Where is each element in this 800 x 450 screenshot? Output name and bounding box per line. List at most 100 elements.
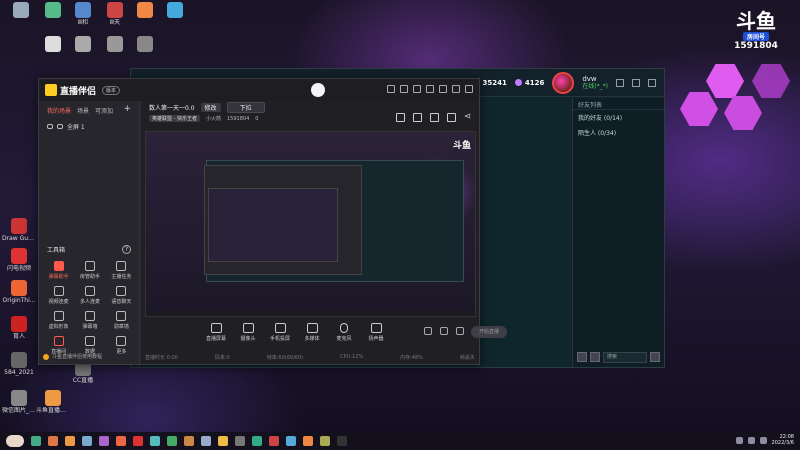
lock-icon[interactable]: [430, 113, 439, 122]
minimize-icon[interactable]: [439, 85, 447, 93]
maximize-icon[interactable]: [632, 78, 640, 87]
menu-icon[interactable]: [426, 85, 434, 93]
screen-capture-button[interactable]: 直播屏幕: [205, 323, 227, 342]
visibility-icon[interactable]: [47, 124, 53, 129]
taskbar-app-icon[interactable]: [31, 436, 41, 446]
volume-icon[interactable]: [747, 436, 755, 444]
maximize-icon[interactable]: [452, 85, 460, 93]
version-badge[interactable]: 版本: [102, 85, 121, 95]
clock[interactable]: 22:08 2022/3/6: [772, 434, 794, 446]
desktop-shortcut[interactable]: [98, 36, 132, 53]
taskbar-app-icon[interactable]: [303, 436, 313, 446]
taskbar-app-icon[interactable]: [337, 436, 347, 446]
friends-group-row[interactable]: 我的好友 (0/14): [573, 110, 664, 125]
taskbar-app-icon[interactable]: [286, 436, 296, 446]
gift-icon[interactable]: [396, 113, 405, 122]
taskbar-app-icon[interactable]: [201, 436, 211, 446]
help-icon[interactable]: ?: [122, 245, 131, 254]
toolbox-item[interactable]: 主播任务: [106, 261, 137, 280]
desktop-shortcut[interactable]: [158, 2, 192, 19]
desktop-shortcut[interactable]: Draw Guess: [2, 218, 36, 242]
tab-scenes[interactable]: 场景: [77, 106, 89, 115]
desktop-shortcut[interactable]: Ⅲ和: [66, 2, 100, 26]
network-icon[interactable]: [735, 436, 743, 444]
share-icon[interactable]: ⋖: [464, 113, 473, 122]
taskbar-app-icon[interactable]: [252, 436, 262, 446]
desktop-shortcut[interactable]: [128, 2, 162, 19]
skin-icon[interactable]: [400, 85, 408, 93]
preview-nested-preview: [208, 188, 338, 262]
desktop-shortcut[interactable]: 闪电视频: [2, 248, 36, 272]
folder-icon[interactable]: [590, 352, 600, 362]
start-button[interactable]: [6, 435, 24, 447]
media-button[interactable]: 多媒体: [301, 323, 323, 342]
toolbox-item[interactable]: 视频连麦: [43, 286, 74, 305]
desktop-shortcut[interactable]: 微信图片_2021101...: [2, 390, 36, 414]
camera-toggle-icon[interactable]: [424, 327, 432, 335]
camera-button[interactable]: 摄像头: [237, 323, 259, 342]
toolbox-item[interactable]: 弹幕墙: [74, 311, 105, 330]
user-avatar[interactable]: [552, 71, 575, 94]
start-live-button[interactable]: 开始直播: [471, 326, 507, 338]
taskbar-app-icon[interactable]: [184, 436, 194, 446]
taskbar-app-icon[interactable]: [167, 436, 177, 446]
room-number-label: 房间号: [742, 32, 769, 41]
friends-search-input[interactable]: 搜索: [603, 351, 647, 363]
settings-icon[interactable]: [413, 85, 421, 93]
category-select[interactable]: 下拉: [226, 101, 265, 113]
toolbox-item[interactable]: 勋章墙: [106, 311, 137, 330]
desktop-shortcut[interactable]: Ⅲ天: [98, 2, 132, 26]
toolbox-item[interactable]: 房管助手: [74, 261, 105, 280]
desktop-shortcut[interactable]: 育人: [2, 316, 36, 340]
taskbar-app-icon[interactable]: [82, 436, 92, 446]
taskbar-app-icon[interactable]: [116, 436, 126, 446]
toolbox-item[interactable]: 语音聊天: [106, 286, 137, 305]
desktop-shortcut[interactable]: [66, 36, 100, 53]
tutorial-link[interactable]: 斗鱼直播伴侣使用教程: [43, 353, 135, 360]
taskbar-app-icon[interactable]: [150, 436, 160, 446]
tab-my-scenes[interactable]: 我的场景: [47, 106, 71, 115]
desktop-shortcut[interactable]: [36, 36, 70, 53]
desktop-shortcut[interactable]: [36, 2, 70, 19]
close-icon[interactable]: [465, 85, 473, 93]
taskbar-app-icon[interactable]: [133, 436, 143, 446]
taskbar-app-icon[interactable]: [48, 436, 58, 446]
microphone-button[interactable]: 麦克风: [333, 323, 355, 342]
desktop-shortcut[interactable]: 584_2021: [2, 352, 36, 376]
scene-sidebar: 我的场景 场景 可添加 + 全屏 1 工具箱 ? 弹幕助手 房管助手 主播任务视频连…: [39, 101, 140, 364]
taskbar-app-icon[interactable]: [65, 436, 75, 446]
toolbox-item[interactable]: 虚拟形象: [43, 311, 74, 330]
minimize-icon[interactable]: [616, 78, 624, 87]
message-icon[interactable]: [387, 85, 395, 93]
add-friend-icon[interactable]: [650, 352, 660, 362]
stream-preview[interactable]: 斗鱼: [145, 131, 476, 317]
friends-group-row[interactable]: 陌生人 (0/34): [573, 125, 664, 140]
chat-icon[interactable]: [413, 113, 422, 122]
input-method-icon[interactable]: [759, 436, 767, 444]
speaker-button[interactable]: 扬声器: [365, 323, 387, 342]
add-scene-icon[interactable]: +: [123, 105, 131, 115]
chat-icon[interactable]: [577, 352, 587, 362]
desktop-shortcut[interactable]: OriginThi...: [2, 280, 36, 304]
taskbar-app-icon[interactable]: [320, 436, 330, 446]
app-icon: [13, 2, 29, 18]
edit-title-button[interactable]: 修改: [200, 102, 221, 112]
room-category-tag[interactable]: 英雄联盟 - 快乐王者: [149, 115, 200, 122]
taskbar-app-icon[interactable]: [269, 436, 279, 446]
settings-icon[interactable]: [456, 327, 464, 335]
taskbar-app-icon[interactable]: [235, 436, 245, 446]
toolbox-item[interactable]: 多人连麦: [74, 286, 105, 305]
desktop-shortcut[interactable]: [128, 36, 162, 53]
tab-addable[interactable]: 可添加: [95, 106, 113, 115]
desktop-shortcut[interactable]: 斗鱼直播伴侣: [36, 390, 70, 414]
wallet-icon[interactable]: [447, 113, 456, 122]
scene-item[interactable]: 全屏 1: [39, 120, 139, 133]
taskbar-app-icon[interactable]: [218, 436, 228, 446]
taskbar-app-icon[interactable]: [99, 436, 109, 446]
close-icon[interactable]: [648, 78, 656, 87]
phone-cast-button[interactable]: 手机投屏: [269, 323, 291, 342]
desktop-shortcut[interactable]: [4, 2, 38, 19]
toolbox-item[interactable]: 弹幕助手: [43, 261, 74, 280]
record-icon[interactable]: [440, 327, 448, 335]
toolbox-header: 工具箱 ?: [47, 245, 131, 254]
